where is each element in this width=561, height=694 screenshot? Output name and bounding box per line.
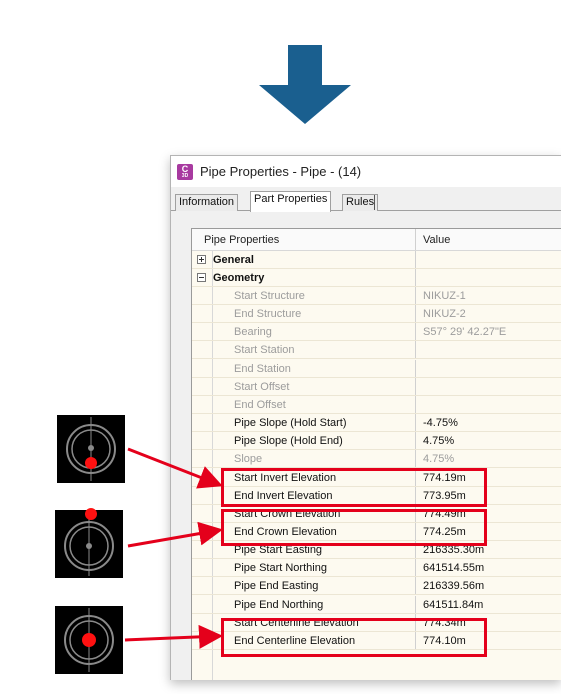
pipe-invert-icon [66, 417, 116, 481]
invert-leader-arrow [127, 447, 223, 489]
tab-part-properties[interactable]: Part Properties [250, 191, 332, 212]
centerline-section-thumbnail [55, 606, 123, 674]
leader-arrows [124, 447, 223, 649]
invert-section-thumbnail [57, 415, 125, 483]
pipe-centerline-icon [64, 608, 114, 672]
centerline-leader-arrow [124, 624, 223, 649]
crown-marker-dot [85, 508, 97, 520]
crown-leader-arrow [127, 521, 223, 548]
